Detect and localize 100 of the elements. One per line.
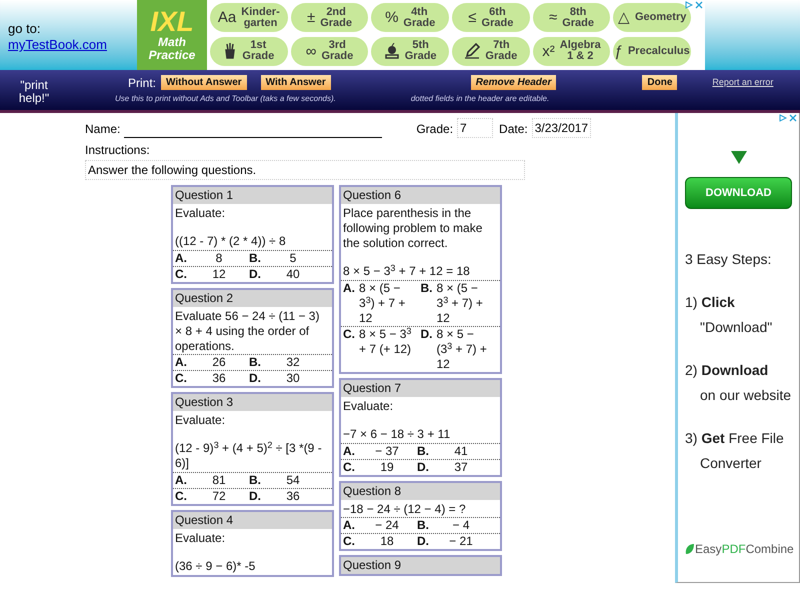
- grade-pill-label: 5th Grade: [404, 40, 437, 62]
- option-letter: B.: [417, 444, 430, 459]
- instructions-field[interactable]: Answer the following questions.: [85, 160, 525, 180]
- math-symbol-icon: Aa: [218, 10, 236, 25]
- question-prompt: Evaluate:: [342, 398, 394, 414]
- option-value: 81: [211, 473, 227, 488]
- question-prompt: Evaluate:: [174, 530, 226, 546]
- option-letter: A.: [343, 281, 356, 297]
- option-value: 8: [214, 251, 224, 266]
- option-value: 8 × (5 − 3$^{3}$ + 7) + 12: [436, 281, 484, 326]
- option-value: 36: [285, 489, 301, 504]
- option-letter: D.: [249, 489, 262, 504]
- option-letter: A.: [175, 251, 188, 266]
- grade-pill-label: 4th Grade: [403, 6, 436, 28]
- grade-pill-label: 7th Grade: [485, 40, 518, 62]
- steps-heading: 3 Easy Steps:: [685, 250, 772, 269]
- toolbar-button[interactable]: Without Answer: [161, 75, 247, 90]
- math-symbol-icon: ∞: [306, 44, 316, 58]
- math-expression: −7 × 6 − 18 ÷ 3 + 11: [342, 427, 452, 443]
- step-detail: "Download": [699, 318, 774, 337]
- option-value: − 24: [374, 518, 400, 533]
- math-expression: ((12 - 7) * (2 * 4)) ÷ 8: [174, 234, 287, 250]
- toolbar-button[interactable]: Done: [642, 75, 678, 90]
- goto-label: go to:: [8, 20, 42, 37]
- option-value: 41: [453, 444, 469, 459]
- option-letter: A.: [175, 355, 188, 370]
- math-expression: 8 × 5 − 3$^{3}$ + 7 + 12 = 18: [342, 264, 471, 280]
- option-letter: A.: [343, 444, 356, 459]
- report-error-link[interactable]: Report an error: [712, 76, 774, 90]
- math-expression: (36 ÷ 9 − 6)* -5: [174, 559, 256, 575]
- close-icon[interactable]: [789, 114, 797, 122]
- option-value: 5: [288, 251, 298, 266]
- pencil-cup-icon: [223, 43, 238, 59]
- option-letter: D.: [417, 460, 430, 475]
- grade-pill-label: Precalculus: [628, 46, 690, 56]
- question-title: Question 9: [341, 557, 500, 574]
- grade-pill[interactable]: △ Geometry: [613, 3, 691, 32]
- option-letter: D.: [420, 327, 434, 343]
- question-title: Question 7: [341, 380, 500, 397]
- math-symbol-icon: ≈: [548, 10, 558, 25]
- math-symbol-icon: ƒ: [614, 44, 623, 58]
- easypdfcombine-logo: EasyPDFCombine: [685, 540, 794, 558]
- question-prompt: Evaluate 56 − 24 ÷ (11 − 3) × 8 + 4 using the order of operations.: [174, 308, 320, 354]
- option-value: − 4: [451, 518, 470, 533]
- option-letter: A.: [343, 518, 356, 533]
- option-letter: C.: [343, 534, 356, 549]
- print-hint: Use this to print without Ads and Toolbar (taks a few seconds).: [115, 95, 336, 103]
- option-value: 8 × 5 − 3$^{3}$ + 7 (+ 12): [358, 327, 412, 358]
- option-value: 18: [379, 534, 395, 549]
- option-letter: D.: [249, 267, 262, 282]
- option-letter: C.: [175, 489, 188, 504]
- question-title: Question 6: [341, 187, 500, 204]
- math-symbol-icon: %: [385, 10, 398, 25]
- option-letter: D.: [417, 534, 430, 549]
- option-letter: C.: [175, 371, 188, 386]
- option-value: 19: [379, 460, 395, 475]
- option-value: 54: [285, 473, 301, 488]
- close-icon[interactable]: [695, 1, 703, 9]
- math-symbol-icon: x²: [542, 44, 555, 58]
- option-value: 12: [211, 267, 227, 282]
- option-letter: B.: [249, 355, 262, 370]
- down-triangle-icon: [730, 151, 746, 164]
- question-prompt: Evaluate:: [174, 412, 226, 428]
- grade-pill[interactable]: 7th Grade: [452, 36, 530, 66]
- step-detail: Converter: [699, 454, 762, 473]
- question-title: Question 8: [341, 483, 500, 500]
- date-field[interactable]: 3/23/2017: [532, 118, 592, 138]
- adchoices-icon[interactable]: [779, 114, 787, 122]
- grade-field[interactable]: 7: [457, 118, 494, 138]
- step-detail: on our website: [699, 386, 792, 405]
- math-symbol-icon: ±: [306, 10, 316, 25]
- toolbar-button[interactable]: With Answer: [260, 75, 331, 90]
- option-letter: A.: [175, 473, 188, 488]
- apple-on-book-icon: [384, 43, 400, 59]
- grade-pill-label: Geometry: [634, 12, 686, 23]
- grade-pill[interactable]: 1st Grade: [210, 36, 288, 66]
- option-value: 40: [285, 267, 301, 282]
- grade-pill[interactable]: ƒ Precalculus: [613, 36, 691, 66]
- option-value: 26: [211, 355, 227, 370]
- math-symbol-icon: ≤: [468, 10, 477, 25]
- option-letter: B.: [420, 281, 434, 297]
- option-letter: B.: [249, 251, 262, 266]
- question-title: Question 1: [173, 187, 332, 204]
- option-letter: B.: [249, 473, 262, 488]
- grade-pill[interactable]: 5th Grade: [371, 36, 449, 66]
- question-prompt: Evaluate:: [174, 205, 226, 221]
- ixl-logo: IXL Math Practice: [137, 0, 207, 70]
- mytestbook-link[interactable]: myTestBook.com: [8, 37, 137, 54]
- grade-pill-label: Kinder- garten: [241, 6, 280, 28]
- toolbar-button[interactable]: Remove Header: [470, 75, 556, 90]
- grade-pill-label: 2nd Grade: [320, 6, 352, 28]
- option-letter: C.: [343, 327, 356, 343]
- question-prompt: Place parenthesis in the following problem to make the solution correct.: [342, 205, 484, 251]
- print-help-link[interactable]: "print help!": [0, 70, 68, 110]
- option-value: 36: [211, 371, 227, 386]
- name-label: Name:: [85, 121, 120, 138]
- option-value: − 21: [448, 534, 474, 549]
- question-title: Question 4: [173, 512, 332, 529]
- grade-pill-label: 6th Grade: [482, 6, 514, 28]
- adchoices-icon[interactable]: [685, 1, 693, 9]
